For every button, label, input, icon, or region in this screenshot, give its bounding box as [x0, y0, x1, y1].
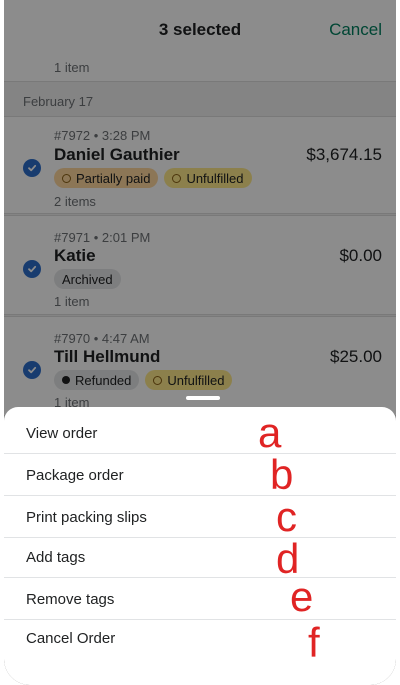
action-label: Add tags	[26, 549, 86, 566]
annotation-marker: c	[276, 493, 297, 540]
annotation-marker: f	[308, 619, 320, 666]
package-order-button[interactable]: Package order	[4, 455, 396, 496]
annotation-marker: a	[258, 409, 282, 456]
action-sheet: View order Package order Print packing s…	[4, 407, 396, 685]
action-label: View order	[26, 425, 98, 442]
phone-screen: 3 selected Cancel 1 item February 17 #79…	[4, 0, 396, 685]
action-label: Cancel Order	[26, 630, 116, 647]
annotation-marker: e	[290, 573, 314, 620]
add-tags-button[interactable]: Add tags	[4, 537, 396, 578]
print-packing-slips-button[interactable]: Print packing slips	[4, 497, 396, 538]
cancel-order-button[interactable]: Cancel Order	[4, 618, 396, 659]
view-order-button[interactable]: View order	[4, 413, 396, 454]
sheet-drag-handle[interactable]	[186, 396, 220, 400]
annotation-marker: b	[270, 451, 294, 498]
remove-tags-button[interactable]: Remove tags	[4, 579, 396, 620]
action-label: Print packing slips	[26, 509, 147, 526]
action-label: Package order	[26, 467, 124, 484]
action-label: Remove tags	[26, 591, 115, 608]
